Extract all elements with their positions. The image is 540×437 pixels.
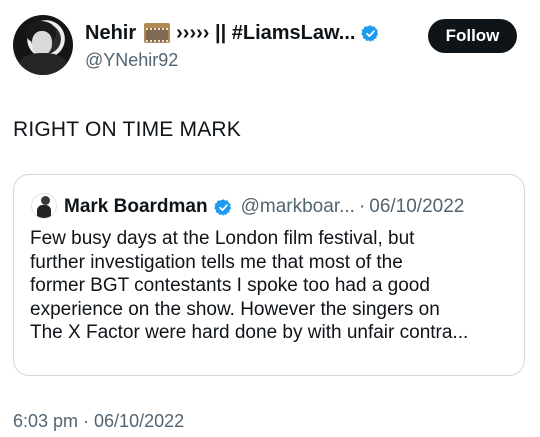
quoted-date: 06/10/2022 [369, 196, 465, 217]
quoted-text-line: further investigation tells me that most… [30, 251, 403, 273]
avatar-body [18, 53, 68, 75]
quoted-separator: · [358, 196, 366, 217]
quoted-text-line: Few busy days at the London film festiva… [30, 228, 415, 249]
quoted-avatar-body [37, 205, 51, 218]
quoted-verified-badge-icon [213, 198, 233, 217]
quoted-author-avatar [31, 193, 57, 219]
quoted-text-line: experience on the show. However the sing… [30, 298, 440, 320]
author-name-rest: ››››› || #LiamsLaw... [176, 21, 356, 44]
author-avatar[interactable] [13, 15, 73, 75]
quoted-avatar-head [41, 196, 50, 205]
author-name-start: Nehir [85, 21, 137, 44]
author-handle[interactable]: @YNehir92 [85, 50, 178, 71]
follow-button[interactable]: Follow [428, 19, 517, 53]
quoted-tweet-text: Few busy days at the London film festiva… [30, 227, 516, 345]
quoted-text-line: The X Factor were hard done by with unfa… [30, 322, 469, 344]
quoted-text-line: former BGT contestants I spoke too had a… [30, 275, 430, 297]
quoted-author-handle: @markboar... [240, 196, 355, 217]
avatar-face [32, 31, 52, 55]
film-frames-emoji-icon [144, 23, 171, 43]
verified-badge-icon [361, 24, 380, 43]
quoted-tweet-card[interactable]: Mark Boardman @markboar... · 06/10/2022 … [13, 174, 525, 376]
quoted-header: Mark Boardman @markboar... · 06/10/2022 [64, 195, 464, 219]
quoted-author-name: Mark Boardman [64, 196, 208, 217]
author-display-name[interactable]: Nehir ››››› || #LiamsLaw... [85, 20, 380, 46]
tweet-text: RIGHT ON TIME MARK [13, 118, 242, 141]
tweet-timestamp[interactable]: 6:03 pm · 06/10/2022 [13, 411, 184, 432]
